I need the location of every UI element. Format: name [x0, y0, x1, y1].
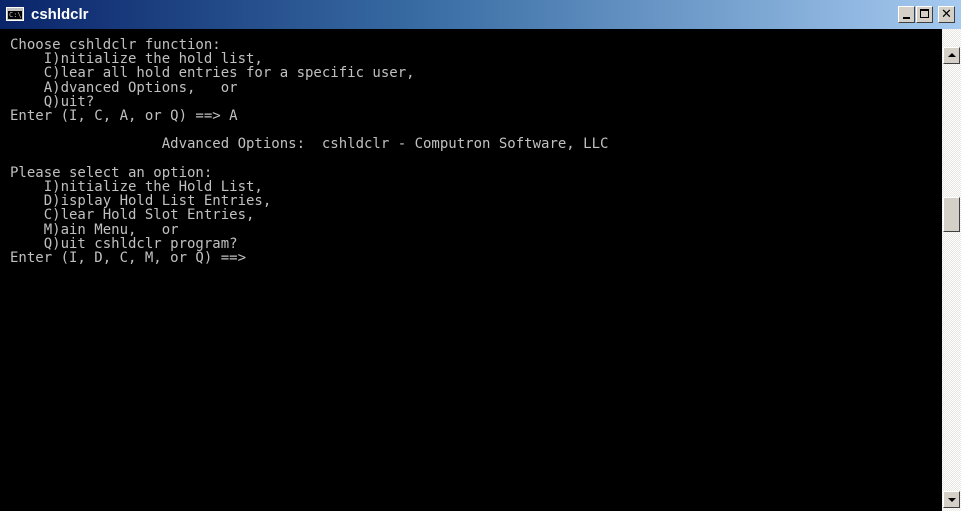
scroll-down-button[interactable]	[943, 491, 960, 508]
console-text: Choose cshldclr function: I)nitialize th…	[0, 29, 942, 265]
console-line: Enter (I, C, A, or Q) ==> A	[10, 108, 238, 125]
console-output[interactable]: Choose cshldclr function: I)nitialize th…	[0, 29, 942, 511]
console-icon[interactable]: C:\	[6, 7, 24, 21]
maximize-icon	[920, 9, 929, 18]
arrow-up-icon	[948, 53, 956, 57]
console-window: C:\ cshldclr ✕ Choose cshldclr function:…	[0, 0, 961, 511]
arrow-down-icon	[948, 498, 956, 502]
vertical-scrollbar[interactable]	[942, 29, 961, 511]
scroll-up-button[interactable]	[943, 47, 960, 64]
console-icon-glyph: C:\	[8, 11, 22, 19]
title-bar[interactable]: C:\ cshldclr ✕	[0, 0, 961, 29]
scrollbar-thumb[interactable]	[943, 197, 960, 232]
close-icon: ✕	[941, 7, 952, 22]
console-prompt[interactable]: Enter (I, D, C, M, or Q) ==>	[10, 250, 246, 266]
minimize-icon	[903, 17, 910, 19]
close-button[interactable]: ✕	[938, 6, 955, 23]
console-line: Advanced Options: cshldclr - Computron S…	[10, 136, 609, 153]
maximize-button[interactable]	[916, 6, 933, 23]
window-title: cshldclr	[31, 6, 89, 23]
minimize-button[interactable]	[898, 6, 915, 23]
